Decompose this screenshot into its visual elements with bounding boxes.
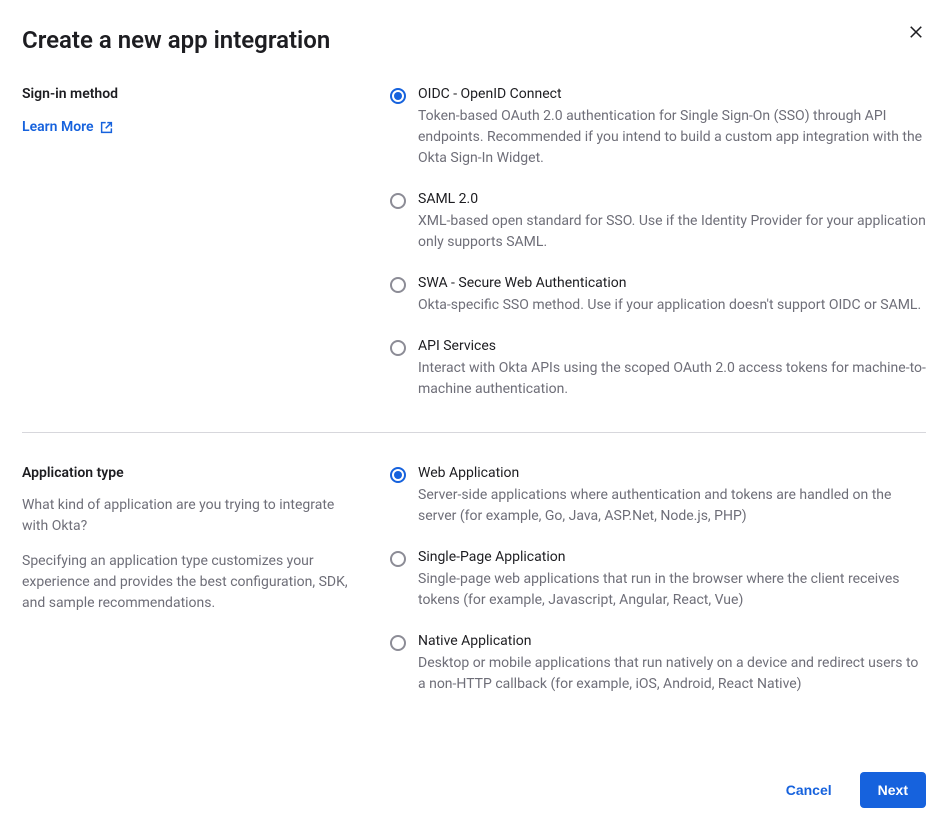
dialog-footer: Cancel Next (768, 772, 926, 808)
radio-desc: Interact with Okta APIs using the scoped… (418, 358, 926, 400)
radio-title: API Services (418, 338, 926, 354)
radio-indicator (390, 193, 406, 209)
signin-options: OIDC - OpenID Connect Token-based OAuth … (390, 86, 926, 400)
dialog-title: Create a new app integration (22, 26, 926, 54)
radio-indicator (390, 277, 406, 293)
radio-option-web-application[interactable]: Web Application Server-side applications… (390, 465, 926, 527)
radio-indicator (390, 88, 406, 104)
radio-title: SAML 2.0 (418, 191, 926, 207)
close-icon (909, 25, 923, 39)
external-link-icon (100, 121, 113, 134)
radio-option-saml[interactable]: SAML 2.0 XML-based open standard for SSO… (390, 191, 926, 253)
radio-indicator (390, 467, 406, 483)
radio-desc: Token-based OAuth 2.0 authentication for… (418, 106, 926, 169)
radio-desc: Okta-specific SSO method. Use if your ap… (418, 295, 926, 316)
radio-desc: Desktop or mobile applications that run … (418, 653, 926, 695)
radio-title: Single-Page Application (418, 549, 926, 565)
radio-desc: Server-side applications where authentic… (418, 485, 926, 527)
radio-desc: XML-based open standard for SSO. Use if … (418, 211, 926, 253)
close-button[interactable] (906, 22, 926, 42)
radio-option-native[interactable]: Native Application Desktop or mobile app… (390, 633, 926, 695)
radio-option-spa[interactable]: Single-Page Application Single-page web … (390, 549, 926, 611)
application-type-label: Application type (22, 465, 362, 481)
radio-title: Native Application (418, 633, 926, 649)
radio-indicator (390, 340, 406, 356)
radio-indicator (390, 551, 406, 567)
radio-option-swa[interactable]: SWA - Secure Web Authentication Okta-spe… (390, 275, 926, 316)
application-type-helper-1: What kind of application are you trying … (22, 495, 362, 537)
section-signin-method: Sign-in method Learn More OIDC - OpenID … (22, 86, 926, 432)
learn-more-text: Learn More (22, 119, 94, 135)
radio-title: OIDC - OpenID Connect (418, 86, 926, 102)
radio-title: SWA - Secure Web Authentication (418, 275, 926, 291)
signin-method-label: Sign-in method (22, 86, 362, 102)
radio-desc: Single-page web applications that run in… (418, 569, 926, 611)
next-button[interactable]: Next (860, 772, 926, 808)
apptype-options: Web Application Server-side applications… (390, 465, 926, 695)
application-type-helper-2: Specifying an application type customize… (22, 551, 362, 614)
radio-option-api-services[interactable]: API Services Interact with Okta APIs usi… (390, 338, 926, 400)
radio-title: Web Application (418, 465, 926, 481)
radio-indicator (390, 635, 406, 651)
radio-option-oidc[interactable]: OIDC - OpenID Connect Token-based OAuth … (390, 86, 926, 169)
section-application-type: Application type What kind of applicatio… (22, 432, 926, 727)
cancel-button[interactable]: Cancel (768, 772, 850, 808)
learn-more-link[interactable]: Learn More (22, 119, 113, 135)
